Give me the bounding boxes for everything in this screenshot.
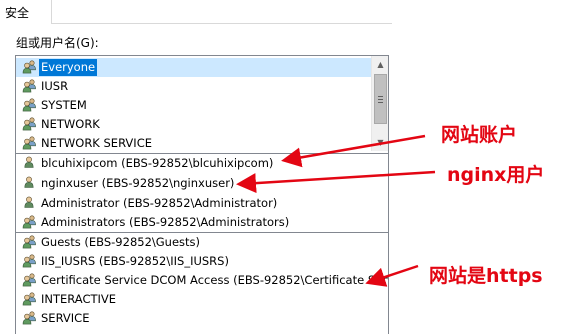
user-row-system[interactable]: SYSTEM [16, 96, 371, 115]
user-label: nginxuser (EBS-92852\nginxuser) [41, 176, 235, 190]
single-user-icon [21, 155, 38, 172]
user-label: Guests (EBS-92852\Guests) [41, 235, 201, 249]
user-row-iusr[interactable]: IUSR [16, 77, 371, 96]
users-group-icon [21, 97, 38, 114]
single-user-icon [21, 175, 38, 192]
user-row-certificate-dcom[interactable]: Certificate Service DCOM Access (EBS-928… [16, 271, 388, 290]
users-group-icon [21, 78, 38, 95]
user-label: Administrators (EBS-92852\Administrators… [41, 215, 290, 229]
user-row-nginxuser[interactable]: nginxuser (EBS-92852\nginxuser) [16, 174, 388, 193]
annotation-site-account: 网站账户 [441, 124, 518, 146]
user-label: NETWORK [41, 117, 100, 131]
user-list[interactable]: Everyone IUSR SYSTEM NETWORK NETWORK SER… [15, 55, 389, 334]
users-group-icon [21, 253, 38, 270]
user-label: Everyone [39, 59, 98, 76]
user-row-network-service[interactable]: NETWORK SERVICE [16, 134, 371, 153]
scroll-down-icon[interactable]: ▼ [372, 134, 388, 151]
users-group-icon [21, 291, 38, 308]
user-label: SERVICE [41, 311, 90, 325]
user-label: NETWORK SERVICE [41, 136, 152, 150]
user-row-iis-iusrs[interactable]: IIS_IUSRS (EBS-92852\IIS_IUSRS) [16, 252, 388, 271]
users-group-icon [21, 310, 38, 327]
users-group-icon [21, 272, 38, 289]
user-row-service[interactable]: SERVICE [16, 309, 388, 328]
tab-strip: 安全 [0, 0, 392, 24]
single-user-icon [21, 195, 38, 212]
user-row-administrators[interactable]: Administrators (EBS-92852\Administrators… [16, 213, 388, 232]
annotation-nginx-user: nginx用户 [447, 164, 545, 186]
users-group-icon [21, 135, 38, 152]
user-row-administrator[interactable]: Administrator (EBS-92852\Administrator) [16, 194, 388, 213]
user-list-scrollbar[interactable]: ▲ ▼ [371, 56, 388, 151]
user-row-network[interactable]: NETWORK [16, 115, 371, 134]
user-row-blcuhixipcom[interactable]: blcuhixipcom (EBS-92852\blcuhixipcom) [16, 154, 388, 173]
annotation-site-https: 网站是https [429, 265, 543, 287]
users-group-icon [21, 214, 38, 231]
user-label: IUSR [41, 79, 69, 93]
users-group-icon [21, 116, 38, 133]
user-row-interactive[interactable]: INTERACTIVE [16, 290, 388, 309]
user-label: blcuhixipcom (EBS-92852\blcuhixipcom) [41, 156, 274, 170]
user-label: IIS_IUSRS (EBS-92852\IIS_IUSRS) [41, 254, 229, 268]
user-label: SYSTEM [41, 98, 87, 112]
tab-security[interactable]: 安全 [0, 0, 52, 24]
user-label: Certificate Service DCOM Access (EBS-928… [41, 273, 388, 287]
tab-security-label: 安全 [5, 6, 30, 20]
tab-divider [52, 23, 392, 24]
group-or-user-names-label: 组或用户名(G): [16, 36, 99, 50]
scroll-thumb[interactable] [374, 74, 387, 124]
user-label: INTERACTIVE [41, 292, 117, 306]
users-group-icon [21, 234, 38, 251]
users-group-icon [21, 59, 38, 76]
user-row-everyone[interactable]: Everyone [16, 58, 371, 77]
user-row-guests[interactable]: Guests (EBS-92852\Guests) [16, 233, 388, 252]
user-label: Administrator (EBS-92852\Administrator) [41, 196, 278, 210]
scroll-up-icon[interactable]: ▲ [372, 56, 388, 73]
